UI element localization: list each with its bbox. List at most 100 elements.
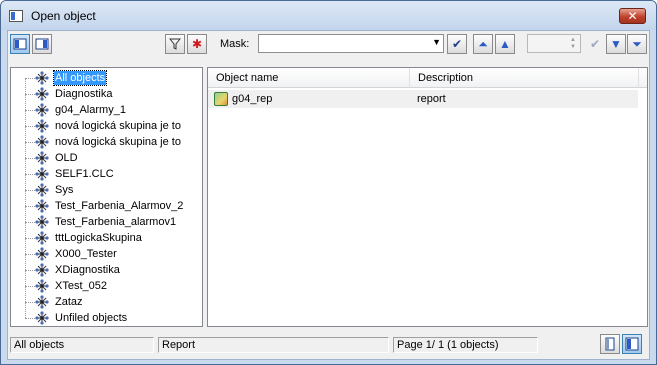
window-title: Open object	[31, 9, 96, 23]
tree-item-label: XTest_052	[55, 280, 107, 292]
confirm-mask-button[interactable]: ✔	[447, 34, 467, 54]
split-pane-icon	[625, 337, 639, 351]
group-node-icon	[35, 279, 49, 293]
group-node-icon	[35, 263, 49, 277]
group-tree[interactable]: All objects Diagnostika g04_Alarmy_1 nová l…	[10, 67, 203, 327]
status-bar: All objects Report Page 1/ 1 (1 objects)	[8, 331, 649, 357]
object-name-cell: g04_rep	[232, 93, 273, 105]
filter-icon	[168, 38, 182, 50]
tree-item[interactable]: X000_Tester	[11, 246, 201, 262]
tree-item[interactable]: Zataz	[11, 294, 201, 310]
single-pane-button[interactable]	[600, 334, 620, 354]
tree-connector-branch	[25, 126, 35, 127]
group-node-icon	[35, 71, 49, 85]
tree-connector-branch	[25, 318, 35, 319]
tree-connector-branch	[25, 110, 35, 111]
next-button[interactable]: ▼	[606, 34, 626, 54]
tree-item[interactable]: Sys	[11, 182, 201, 198]
clear-filter-button[interactable]: ✱	[187, 34, 207, 54]
tree-item-label: Sys	[55, 184, 74, 196]
tree-item-label: tttLogickaSkupina	[55, 232, 142, 244]
chevron-down-icon[interactable]: ▼	[432, 37, 441, 47]
asterisk-icon: ✱	[191, 37, 203, 51]
last-button[interactable]: ⏷	[627, 34, 647, 54]
close-button[interactable]: ✕	[619, 8, 646, 24]
tree-item-label: SELF1.CLC	[55, 168, 114, 180]
tree-item[interactable]: Diagnostika	[11, 86, 201, 102]
title-bar[interactable]: Open object ✕	[1, 1, 656, 30]
group-node-icon	[35, 231, 49, 245]
first-icon: ⏶	[478, 37, 488, 51]
tree-connector-branch	[25, 94, 35, 95]
tree-item[interactable]: nová logická skupina je to	[11, 134, 201, 150]
column-header-description[interactable]: Description	[410, 68, 639, 88]
tree-item-label: Diagnostika	[55, 88, 113, 100]
single-pane-icon	[605, 337, 615, 351]
tree-connector-branch	[25, 158, 35, 159]
apply-button[interactable]: ✔	[585, 34, 605, 54]
tree-item-label: nová logická skupina je to	[55, 120, 181, 132]
tree-item[interactable]: XDiagnostika	[11, 262, 201, 278]
tree-connector-branch	[25, 190, 35, 191]
tree-connector-branch	[25, 206, 35, 207]
tree-connector-branch	[25, 254, 35, 255]
tree-connector-branch	[25, 270, 35, 271]
position-spinner[interactable]: ▲ ▼	[527, 34, 581, 53]
group-node-icon	[35, 247, 49, 261]
tree-item[interactable]: OLD	[11, 150, 201, 166]
last-icon: ⏷	[632, 37, 642, 51]
status-type: Report	[158, 337, 389, 353]
tree-item-label: Test_Farbenia_alarmov1	[55, 216, 177, 228]
tree-view-button[interactable]	[10, 34, 30, 54]
tree-item-label: OLD	[55, 152, 78, 164]
spin-down-icon[interactable]: ▼	[567, 43, 579, 51]
tree-item[interactable]: Unfiled objects	[11, 310, 201, 326]
split-pane-button[interactable]	[622, 334, 642, 354]
tree-item-label: nová logická skupina je to	[55, 136, 181, 148]
toolbar: ✱ Mask: ▼ ✔ ⏶ ▲ ▲ ▼ ✔ ▼ ⏷	[8, 31, 649, 57]
previous-button[interactable]: ▲	[495, 34, 515, 54]
table-row[interactable]: g04_rep report	[208, 90, 638, 108]
tree-item[interactable]: nová logická skupina je to	[11, 118, 201, 134]
column-header-object-name[interactable]: Object name	[208, 68, 410, 88]
tree-connector-branch	[25, 286, 35, 287]
group-node-icon	[35, 119, 49, 133]
group-node-icon	[35, 167, 49, 181]
group-node-icon	[35, 311, 49, 325]
group-node-icon	[35, 87, 49, 101]
group-node-icon	[35, 151, 49, 165]
tree-item[interactable]: Test_Farbenia_alarmov1	[11, 214, 201, 230]
list-header: Object name Description	[208, 68, 647, 88]
tree-item[interactable]: Test_Farbenia_Alarmov_2	[11, 198, 201, 214]
tree-item-label: XDiagnostika	[55, 264, 120, 276]
tree-item[interactable]: tttLogickaSkupina	[11, 230, 201, 246]
first-button[interactable]: ⏶	[473, 34, 493, 54]
tree-item-label: g04_Alarmy_1	[55, 104, 126, 116]
tree-item[interactable]: g04_Alarmy_1	[11, 102, 201, 118]
tree-connector-branch	[25, 238, 35, 239]
tree-item[interactable]: All objects	[11, 70, 201, 86]
object-list[interactable]: Object name Description g04_rep report	[207, 67, 648, 327]
checkmark-icon: ✔	[589, 37, 601, 51]
tree-item[interactable]: XTest_052	[11, 278, 201, 294]
group-node-icon	[35, 295, 49, 309]
mask-input[interactable]: ▼	[258, 34, 444, 53]
report-icon	[214, 92, 228, 106]
tree-connector-branch	[25, 302, 35, 303]
list-view-icon	[35, 38, 49, 50]
up-icon: ▲	[499, 37, 511, 51]
tree-item[interactable]: SELF1.CLC	[11, 166, 201, 182]
tree-item-label: All objects	[52, 70, 108, 86]
status-page: Page 1/ 1 (1 objects)	[393, 337, 538, 353]
tree-item-label: Unfiled objects	[55, 312, 128, 324]
tree-connector-branch	[25, 78, 35, 79]
open-object-dialog: Open object ✕ ✱ Mask: ▼ ✔ ⏶ ▲ ▲ ▼ ✔ ▼ ⏷ …	[0, 0, 657, 365]
tree-connector-branch	[25, 142, 35, 143]
tree-item-label: X000_Tester	[55, 248, 117, 260]
checkmark-icon: ✔	[451, 37, 463, 51]
tree-connector-branch	[25, 222, 35, 223]
list-view-button[interactable]	[32, 34, 52, 54]
tree-item-label: Zataz	[55, 296, 83, 308]
mask-label: Mask:	[220, 38, 250, 50]
filter-button[interactable]	[165, 34, 185, 54]
